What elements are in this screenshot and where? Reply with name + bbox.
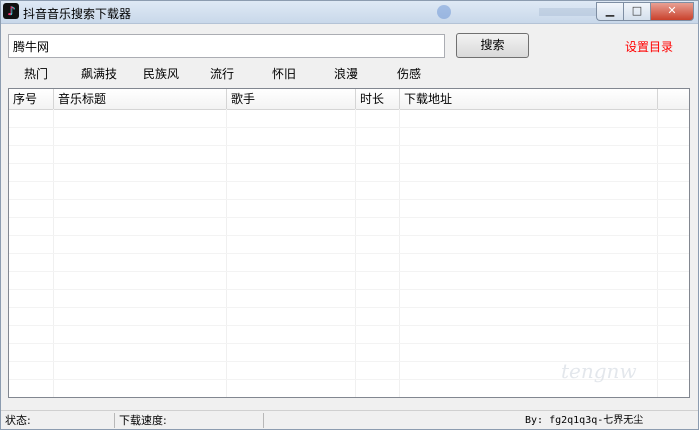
row-divider [9,163,689,164]
window-controls: ▁ □ ✕ [596,2,694,21]
watermark: tengnw [561,359,637,383]
row-divider [9,325,689,326]
title-bar[interactable]: ♪ 抖音音乐搜索下载器 ▁ □ ✕ [1,1,698,24]
music-results-table[interactable]: 序号 音乐标题 歌手 时长 下载地址 [8,88,690,398]
category-skill[interactable]: 飙满技 [81,65,117,82]
background-window-ghost [431,4,601,20]
tiktok-icon: ♪ [3,3,19,19]
row-divider [9,289,689,290]
category-hot[interactable]: 热门 [24,65,48,82]
column-header-index[interactable]: 序号 [9,89,54,109]
row-divider [9,181,689,182]
row-divider [9,145,689,146]
category-folk[interactable]: 民族风 [143,65,179,82]
category-sad[interactable]: 伤感 [397,65,421,82]
row-divider [9,235,689,236]
row-divider [9,343,689,344]
table-header: 序号 音乐标题 歌手 时长 下载地址 [9,89,689,110]
status-label: 状态: [5,414,31,427]
status-separator [263,413,264,428]
ghost-browser-icon [437,5,451,19]
status-separator [114,413,115,428]
category-nostalgic[interactable]: 怀旧 [272,65,296,82]
status-bar: 状态: 下载速度: By: fg2q1q3q-七界无尘 [1,410,698,429]
download-speed-label: 下载速度: [119,414,167,427]
row-divider [9,253,689,254]
ghost-address-bar [539,8,599,16]
row-divider [9,199,689,200]
category-pop[interactable]: 流行 [210,65,234,82]
category-bar: 热门 飙满技 民族风 流行 怀旧 浪漫 伤感 [1,65,461,83]
search-input[interactable] [8,34,445,58]
column-header-duration[interactable]: 时长 [356,89,400,109]
maximize-button[interactable]: □ [623,2,650,21]
set-directory-link[interactable]: 设置目录 [625,38,673,55]
category-romantic[interactable]: 浪漫 [334,65,358,82]
row-divider [9,307,689,308]
column-header-download-url[interactable]: 下载地址 [400,89,658,109]
column-header-singer[interactable]: 歌手 [227,89,356,109]
search-button[interactable]: 搜索 [456,33,529,58]
author-credit: By: fg2q1q3q-七界无尘 [525,415,644,426]
window-title: 抖音音乐搜索下载器 [23,7,132,21]
row-divider [9,271,689,272]
column-header-title[interactable]: 音乐标题 [54,89,227,109]
minimize-button[interactable]: ▁ [596,2,623,21]
close-button[interactable]: ✕ [650,2,694,21]
row-divider [9,217,689,218]
row-divider [9,127,689,128]
app-window: ♪ 抖音音乐搜索下载器 ▁ □ ✕ 搜索 设置目录 热门 飙满技 民族风 流行 … [0,0,699,430]
